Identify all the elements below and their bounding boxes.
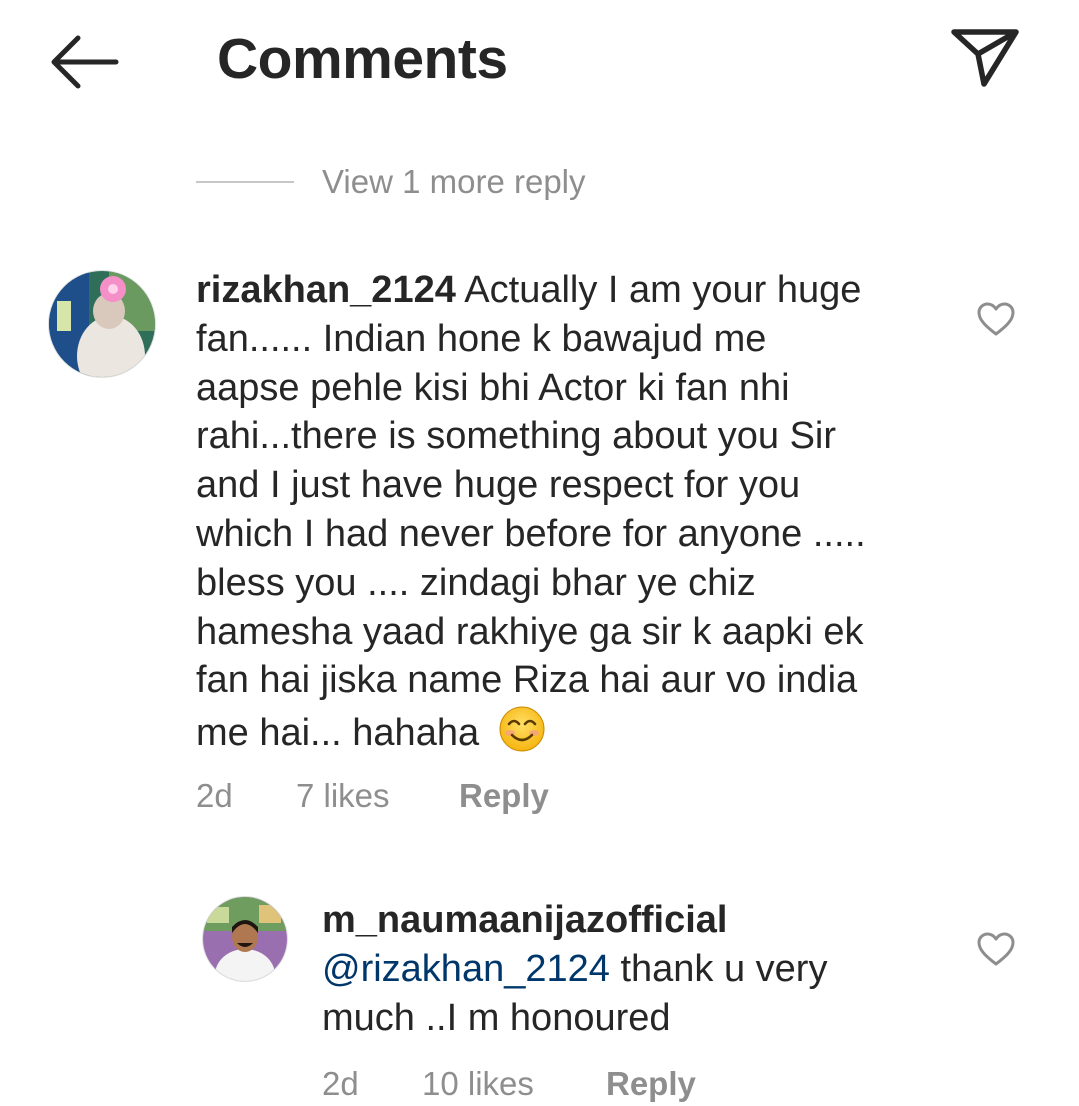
comment-meta: 2d 7 likes Reply bbox=[196, 774, 549, 818]
divider-line bbox=[196, 181, 294, 183]
reply-button[interactable]: Reply bbox=[459, 777, 549, 815]
likes-count[interactable]: 7 likes bbox=[296, 777, 459, 815]
share-button[interactable] bbox=[946, 22, 1026, 92]
likes-count[interactable]: 10 likes bbox=[422, 1065, 606, 1103]
header-bar: Comments bbox=[0, 0, 1079, 120]
comment-line: and I just have huge respect for you bbox=[196, 464, 801, 507]
paper-plane-icon bbox=[951, 29, 1019, 87]
comment-line: @rizakhan_2124 thank u very bbox=[322, 945, 962, 994]
avatar[interactable] bbox=[48, 270, 156, 378]
heart-icon bbox=[977, 302, 1015, 336]
view-more-label: View 1 more reply bbox=[322, 163, 586, 200]
comment-line: which I had never before for anyone ....… bbox=[196, 512, 866, 555]
smiling-face-icon bbox=[499, 706, 545, 752]
comment-text: rizakhan_2124 Actually I am your huge fa… bbox=[196, 266, 956, 758]
comment-line: fan...... Indian hone k bawajud me bbox=[196, 317, 767, 360]
like-heart-button[interactable] bbox=[976, 930, 1016, 970]
arrow-left-icon bbox=[51, 35, 119, 89]
mention-link[interactable]: @rizakhan_2124 bbox=[322, 948, 610, 990]
reply-text: m_naumaanijazofficial @rizakhan_2124 tha… bbox=[322, 896, 962, 1042]
comment-username[interactable]: m_naumaanijazofficial bbox=[322, 896, 962, 945]
comment-line: me hai... hahaha bbox=[196, 705, 956, 758]
comment-line: hamesha yaad rakhiye ga sir k aapki ek bbox=[196, 610, 864, 653]
comment-line: fan hai jiska name Riza hai aur vo india bbox=[196, 659, 858, 702]
comment-line-text: thank u very bbox=[609, 947, 828, 990]
back-button[interactable] bbox=[44, 30, 124, 94]
comment-line: bless you .... zindagi bhar ye chiz bbox=[196, 561, 756, 604]
comment-line-text: Actually I am your huge bbox=[455, 269, 862, 311]
comment-line: much ..I m honoured bbox=[322, 996, 671, 1039]
comment-line: rizakhan_2124 Actually I am your huge bbox=[196, 266, 956, 315]
avatar[interactable] bbox=[202, 896, 288, 982]
page-title: Comments bbox=[217, 27, 508, 91]
heart-icon bbox=[977, 932, 1015, 966]
comment-age: 2d bbox=[196, 777, 233, 814]
reply-button[interactable]: Reply bbox=[606, 1065, 696, 1103]
comment-meta: 2d 10 likes Reply bbox=[322, 1062, 696, 1106]
comment-username[interactable]: rizakhan_2124 bbox=[196, 269, 456, 311]
comment-line: aapse pehle kisi bhi Actor ki fan nhi bbox=[196, 366, 790, 409]
like-heart-button[interactable] bbox=[976, 300, 1016, 340]
comment-line-text: me hai... hahaha bbox=[196, 712, 490, 755]
view-more-replies[interactable]: View 1 more reply bbox=[196, 160, 586, 204]
comment-age: 2d bbox=[322, 1065, 359, 1102]
comment-line: rahi...there is something about you Sir bbox=[196, 415, 837, 458]
